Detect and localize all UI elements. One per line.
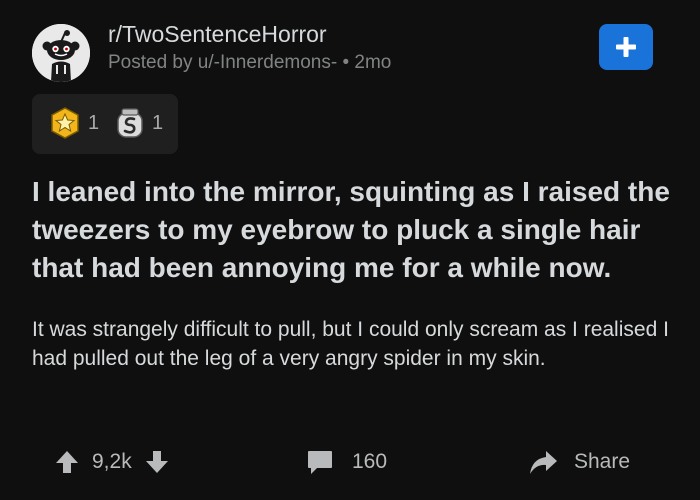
award-silver[interactable]: 1 [116,107,163,139]
vote-count: 9,2k [92,450,132,473]
share-arrow-icon [530,451,557,474]
award-gold-count: 1 [88,111,100,134]
comment-bubble-icon [308,451,332,474]
award-gold[interactable]: 1 [50,107,99,139]
post-meta: Posted by u/-Innerdemons- • 2mo [108,52,392,73]
vote-controls: 9,2k [54,440,170,484]
comments-button[interactable]: 160 [306,440,387,484]
post-title[interactable]: I leaned into the mirror, squinting as I… [32,173,682,287]
post-body: It was strangely difficult to pull, but … [32,318,669,370]
downvote-arrow-icon[interactable] [144,449,170,475]
subreddit-name[interactable]: r/TwoSentenceHorror [108,21,327,48]
awards-panel[interactable]: 1 1 [32,94,178,154]
subreddit-avatar[interactable] [32,24,90,82]
share-button[interactable]: Share [528,440,630,484]
join-button[interactable] [599,24,653,70]
reddit-snoo-avatar [32,24,90,82]
award-silver-count: 1 [152,111,164,134]
gold-star-award-icon [51,107,79,139]
upvote-arrow-icon[interactable] [54,449,80,475]
plus-icon [616,37,636,57]
post-action-bar: 9,2k 160 Share [0,440,700,484]
share-label: Share [574,450,631,473]
comment-count: 160 [352,450,388,473]
silver-award-icon [117,108,143,138]
